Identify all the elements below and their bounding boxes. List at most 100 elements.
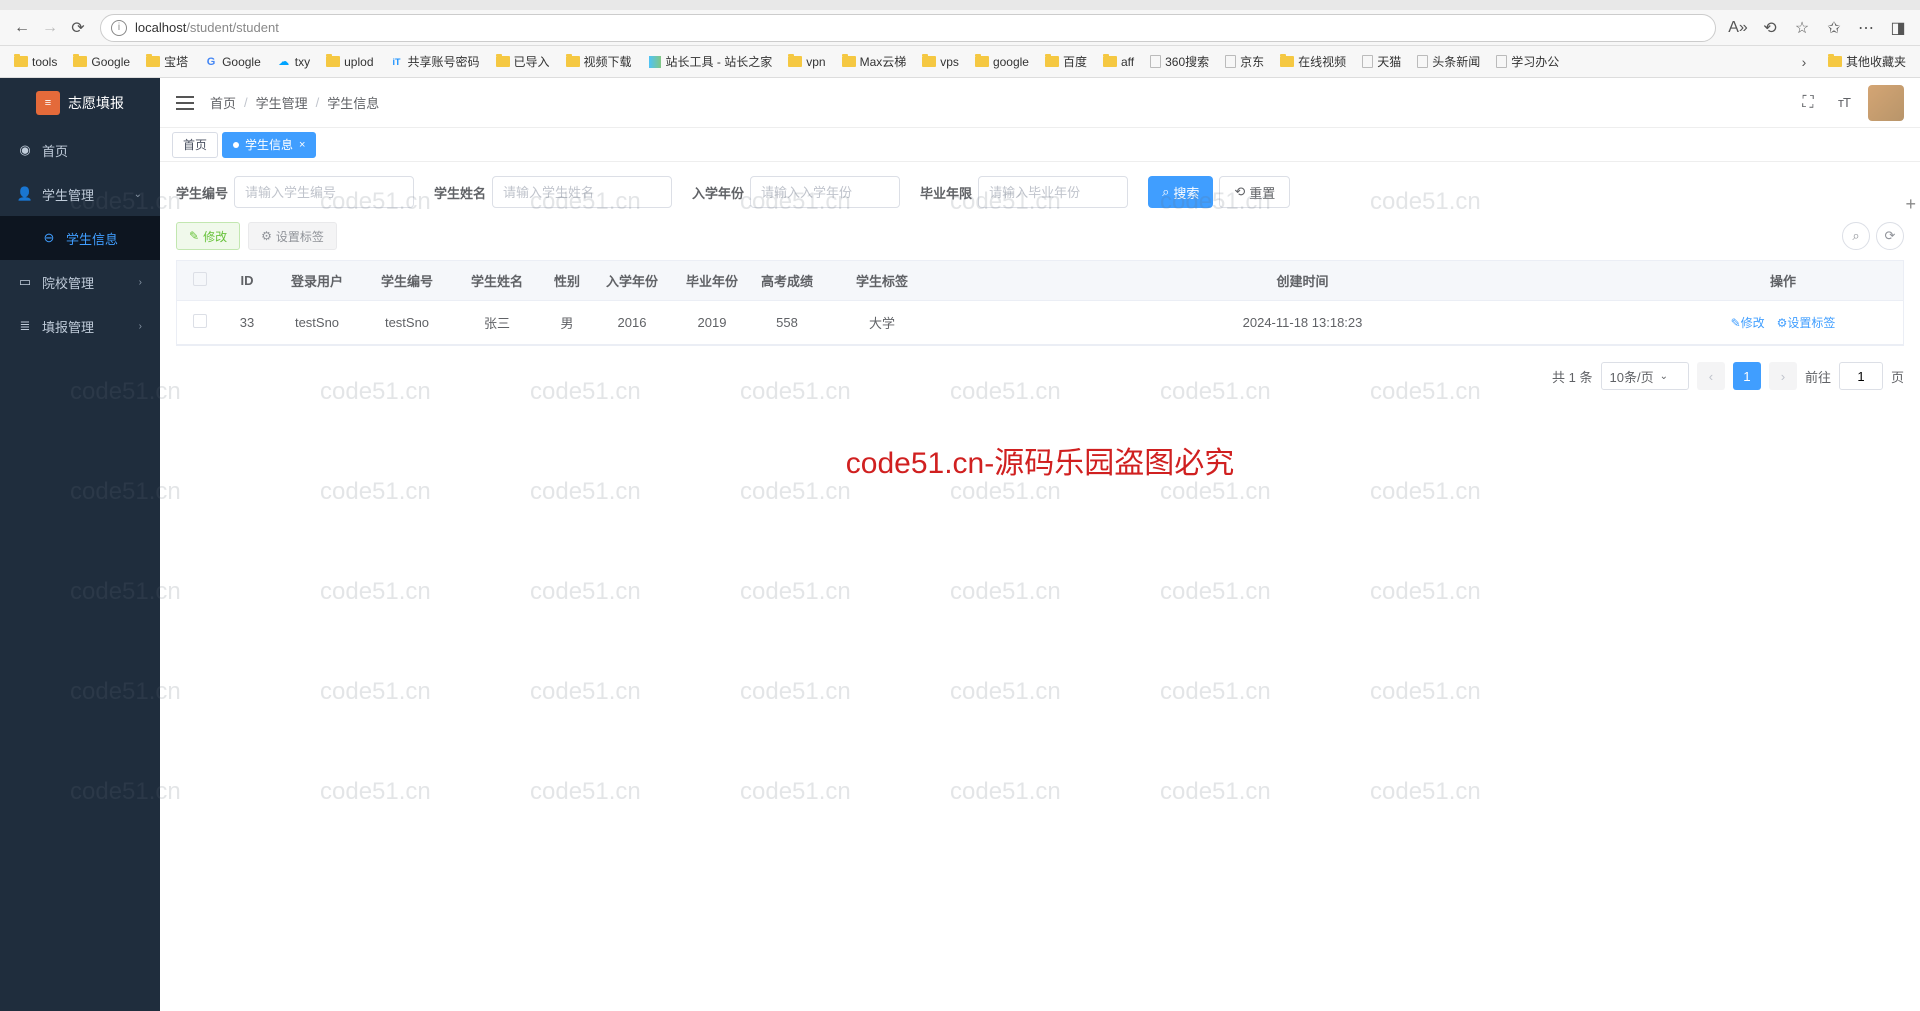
search-button[interactable]: ⌕ 搜索	[1148, 176, 1213, 208]
logo-text: 志愿填报	[68, 93, 124, 113]
close-icon[interactable]: ×	[299, 139, 305, 151]
fullscreen-icon[interactable]: ⛶	[1796, 91, 1820, 115]
goto-page-input[interactable]	[1839, 362, 1883, 390]
page-size-select[interactable]: 10条/页 ⌄	[1601, 362, 1689, 390]
bookmark-item[interactable]: 站长工具 - 站长之家	[642, 51, 779, 72]
row-edit-button[interactable]: ✎修改	[1731, 316, 1765, 330]
student-name-input[interactable]	[492, 176, 672, 208]
bookmark-item[interactable]: vps	[916, 53, 965, 71]
sidebar-sub-item[interactable]: ⊖学生信息	[0, 216, 160, 260]
bookmark-item[interactable]: iT共享账号密码	[384, 51, 486, 72]
bookmark-item[interactable]: tools	[8, 53, 63, 71]
tab-label: 首页	[183, 136, 207, 153]
folder-icon	[1280, 56, 1294, 67]
bookmark-label: Google	[91, 55, 130, 69]
bookmark-item[interactable]: 已导入	[490, 51, 556, 72]
bookmark-item[interactable]: 京东	[1219, 51, 1270, 72]
menu-icon: 👤	[18, 187, 32, 201]
bookmark-item[interactable]: 在线视频	[1274, 51, 1352, 72]
bookmark-item[interactable]: G Google	[198, 53, 267, 71]
bookmark-item[interactable]: vpn	[782, 53, 831, 71]
bookmark-item[interactable]: ☁txy	[271, 53, 316, 71]
favorites-icon[interactable]: ✩	[1820, 14, 1848, 42]
bookmark-item[interactable]: Google	[67, 53, 136, 71]
filter-label: 学生姓名	[434, 183, 486, 202]
row-checkbox[interactable]	[177, 314, 222, 331]
split-icon[interactable]: ◨	[1884, 14, 1912, 42]
bookmark-label: Max云梯	[860, 53, 907, 70]
bookmark-item[interactable]: uplod	[320, 53, 379, 71]
menu-label: 首页	[42, 141, 68, 160]
url-bar[interactable]: i localhost/student/student	[100, 14, 1716, 42]
tab[interactable]: 首页	[172, 132, 218, 158]
menu-label: 填报管理	[42, 317, 94, 336]
tab[interactable]: 学生信息 ×	[222, 132, 316, 158]
sync-icon[interactable]: ⟲	[1756, 14, 1784, 42]
font-size-icon[interactable]: тT	[1832, 91, 1856, 115]
breadcrumb-item[interactable]: 学生管理	[256, 93, 308, 112]
refresh-button[interactable]: ⟳	[64, 14, 92, 42]
bookmark-item[interactable]: 视频下载	[560, 51, 638, 72]
sidebar-item[interactable]: ◉首页	[0, 128, 160, 172]
td-sex: 男	[542, 313, 592, 332]
chevron-down-icon: ⌄	[1660, 371, 1668, 382]
logo-icon: ≡	[36, 91, 60, 115]
page-icon	[1496, 55, 1507, 68]
table-row: 33testSnotestSno张三男20162019558大学2024-11-…	[177, 301, 1903, 345]
tab-label: 学生信息	[245, 136, 293, 153]
bookmark-label: 已导入	[514, 53, 550, 70]
row-tags-button[interactable]: ⚙设置标签	[1777, 316, 1836, 330]
bookmark-label: txy	[295, 55, 310, 69]
set-tags-button[interactable]: ⚙ 设置标签	[248, 222, 337, 250]
bookmarks-bar: tools Google 宝塔 G Google ☁txyuplod iT共享账号密码 已导入…	[0, 46, 1920, 78]
bookmark-label: google	[993, 55, 1029, 69]
google-icon: G	[204, 55, 218, 69]
page-number-button[interactable]: 1	[1733, 362, 1761, 390]
student-id-input[interactable]	[234, 176, 414, 208]
sidebar-item[interactable]: ≣填报管理›	[0, 304, 160, 348]
bookmark-item[interactable]: 头条新闻	[1411, 51, 1486, 72]
th-checkbox[interactable]	[177, 272, 222, 289]
info-icon: i	[111, 20, 127, 36]
bookmarks-overflow-icon[interactable]: ›	[1790, 48, 1818, 76]
enroll-year-input[interactable]	[750, 176, 900, 208]
td-id: 33	[222, 315, 272, 330]
bookmark-item[interactable]: google	[969, 53, 1035, 71]
bookmark-item[interactable]: 宝塔	[140, 51, 194, 72]
next-page-button[interactable]: ›	[1769, 362, 1797, 390]
breadcrumb-item[interactable]: 首页	[210, 93, 236, 112]
bookmark-label: Google	[222, 55, 261, 69]
sidebar-add-icon[interactable]: +	[1905, 194, 1916, 215]
bookmark-item[interactable]: 天猫	[1356, 51, 1407, 72]
th: 入学年份	[592, 271, 672, 290]
search-action-icon[interactable]: ⌕	[1842, 222, 1870, 250]
bookmark-item[interactable]: 360搜索	[1144, 51, 1215, 72]
edit-button[interactable]: ✎ 修改	[176, 222, 240, 250]
more-icon[interactable]: ⋯	[1852, 14, 1880, 42]
goto-label-pre: 前往	[1805, 367, 1831, 386]
bookmark-label: aff	[1121, 55, 1134, 69]
hamburger-icon[interactable]	[176, 96, 194, 110]
bookmark-item[interactable]: aff	[1097, 53, 1140, 71]
avatar[interactable]	[1868, 85, 1904, 121]
logo[interactable]: ≡ 志愿填报	[0, 78, 160, 128]
back-button[interactable]: ←	[8, 14, 36, 42]
grad-year-input[interactable]	[978, 176, 1128, 208]
star-icon[interactable]: ☆	[1788, 14, 1816, 42]
prev-page-button[interactable]: ‹	[1697, 362, 1725, 390]
sidebar-item[interactable]: 👤学生管理⌄	[0, 172, 160, 216]
read-aloud-icon[interactable]: A»	[1724, 14, 1752, 42]
folder-icon	[566, 56, 580, 67]
edit-icon: ✎	[1731, 316, 1741, 330]
td-enroll: 2016	[592, 315, 672, 330]
bookmark-item[interactable]: 学习办公	[1490, 51, 1565, 72]
bookmark-other-folder[interactable]: 其他收藏夹	[1822, 51, 1912, 72]
folder-icon	[1045, 56, 1059, 67]
filter-label: 毕业年限	[920, 183, 972, 202]
refresh-action-icon[interactable]: ⟳	[1876, 222, 1904, 250]
reset-button[interactable]: ⟲ 重置	[1219, 176, 1290, 208]
sidebar-item[interactable]: ▭院校管理›	[0, 260, 160, 304]
forward-button[interactable]: →	[36, 14, 64, 42]
bookmark-item[interactable]: 百度	[1039, 51, 1093, 72]
bookmark-item[interactable]: Max云梯	[836, 51, 913, 72]
